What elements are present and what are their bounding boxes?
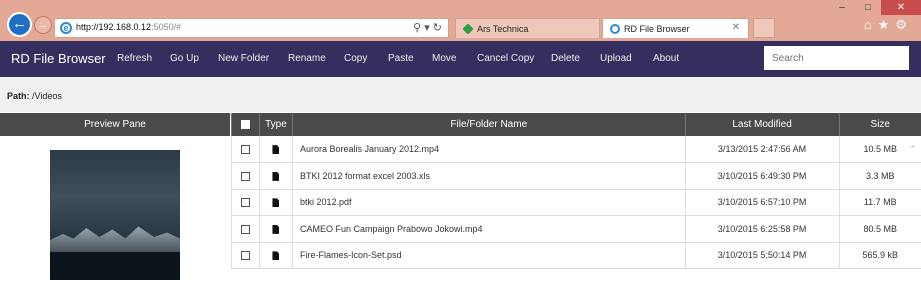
row-checkbox[interactable]: [240, 198, 250, 208]
type-header[interactable]: Type: [258, 113, 293, 136]
new-tab-button[interactable]: [753, 18, 775, 38]
select-all-header[interactable]: [231, 113, 260, 136]
row-checkbox[interactable]: [240, 224, 250, 234]
favorites-star-icon[interactable]: ★: [878, 17, 896, 32]
ie-icon: e: [60, 22, 72, 34]
preview-image: [50, 150, 180, 280]
file-name[interactable]: BTKI 2012 format excel 2003.xls: [291, 162, 686, 190]
modified-header[interactable]: Last Modified: [684, 113, 840, 136]
search-input[interactable]: [764, 46, 909, 70]
file-size: 80.5 MB: [838, 215, 921, 243]
name-header[interactable]: File/Folder Name: [291, 113, 686, 136]
file-modified: 3/10/2015 5:50:14 PM: [684, 242, 840, 269]
restore-icon[interactable]: □: [855, 0, 881, 15]
menu-rename[interactable]: Rename: [288, 53, 326, 64]
file-modified: 3/10/2015 6:57:10 PM: [684, 189, 840, 216]
table-row[interactable]: btki 2012.pdf 3/10/2015 6:57:10 PM 11.7 …: [231, 189, 921, 216]
row-checkbox[interactable]: [240, 251, 250, 261]
row-checkbox[interactable]: [240, 145, 250, 155]
file-icon: [272, 224, 280, 234]
select-all-checkbox[interactable]: [240, 119, 250, 129]
menu-copy[interactable]: Copy: [344, 53, 367, 64]
menu-move[interactable]: Move: [432, 53, 456, 64]
menu-go-up[interactable]: Go Up: [170, 53, 199, 64]
gear-icon[interactable]: ⚙: [895, 17, 913, 32]
path-bar: Path: /Videos: [0, 77, 921, 112]
ie-icon: [610, 24, 620, 34]
table-row[interactable]: CAMEO Fun Campaign Prabowo Jokowi.mp4 3/…: [231, 215, 921, 243]
file-icon: [272, 251, 280, 261]
tab-ars-technica[interactable]: Ars Technica: [455, 18, 600, 38]
file-size: 565.9 kB: [838, 242, 921, 269]
ars-technica-icon: [462, 23, 474, 35]
url-text: http://192.168.0.12:5050/#: [76, 22, 182, 32]
menu-upload[interactable]: Upload: [600, 53, 632, 64]
minimize-icon[interactable]: –: [829, 0, 855, 15]
file-icon: [272, 145, 280, 155]
file-name[interactable]: Fire-Flames-Icon-Set.psd: [291, 242, 686, 269]
file-name[interactable]: Aurora Borealis January 2012.mp4: [291, 136, 686, 163]
tab-label: RD File Browser: [624, 24, 690, 34]
table-row[interactable]: Fire-Flames-Icon-Set.psd 3/10/2015 5:50:…: [231, 242, 921, 269]
window-controls: – □ ✕: [829, 0, 921, 15]
app-navbar: RD File Browser Refresh Go Up New Folder…: [0, 41, 921, 77]
file-size: 3.3 MB: [838, 162, 921, 190]
file-modified: 3/10/2015 6:25:58 PM: [684, 215, 840, 243]
file-table: Type File/Folder Name Last Modified Size…: [231, 113, 921, 269]
browser-tools: ⌂★⚙: [864, 17, 913, 33]
tab-rd-file-browser[interactable]: RD File Browser ✕: [602, 18, 749, 38]
menu-delete[interactable]: Delete: [551, 53, 580, 64]
preview-pane-header: Preview Pane: [0, 113, 230, 136]
address-bar[interactable]: e http://192.168.0.12:5050/# ⚲ ▾ ↻: [54, 18, 449, 38]
file-name[interactable]: btki 2012.pdf: [291, 189, 686, 216]
menu-paste[interactable]: Paste: [388, 53, 414, 64]
file-modified: 3/13/2015 2:47:56 AM: [684, 136, 840, 163]
menu-new-folder[interactable]: New Folder: [218, 53, 269, 64]
row-checkbox[interactable]: [240, 171, 250, 181]
address-actions[interactable]: ⚲ ▾ ↻: [413, 21, 442, 34]
close-icon[interactable]: ✕: [881, 0, 921, 15]
scroll-up-icon[interactable]: ⌃: [909, 144, 917, 155]
tab-label: Ars Technica: [477, 24, 529, 34]
brand-title[interactable]: RD File Browser: [11, 51, 106, 66]
browser-chrome: ← → e http://192.168.0.12:5050/# ⚲ ▾ ↻ A…: [0, 0, 921, 41]
file-icon: [272, 198, 280, 208]
file-size: 11.7 MB: [838, 189, 921, 216]
file-modified: 3/10/2015 6:49:30 PM: [684, 162, 840, 190]
forward-button[interactable]: →: [34, 16, 52, 34]
home-icon[interactable]: ⌂: [864, 17, 878, 32]
file-name[interactable]: CAMEO Fun Campaign Prabowo Jokowi.mp4: [291, 215, 686, 243]
table-row[interactable]: Aurora Borealis January 2012.mp4 3/13/20…: [231, 136, 921, 163]
current-path: Path: /Videos: [7, 91, 62, 101]
menu-about[interactable]: About: [653, 53, 679, 64]
size-header[interactable]: Size: [838, 113, 921, 136]
close-tab-icon[interactable]: ✕: [732, 22, 740, 33]
menu-refresh[interactable]: Refresh: [117, 53, 152, 64]
menu-cancel-copy[interactable]: Cancel Copy: [477, 53, 534, 64]
table-row[interactable]: BTKI 2012 format excel 2003.xls 3/10/201…: [231, 162, 921, 190]
file-icon: [272, 171, 280, 181]
back-button[interactable]: ←: [7, 12, 32, 37]
